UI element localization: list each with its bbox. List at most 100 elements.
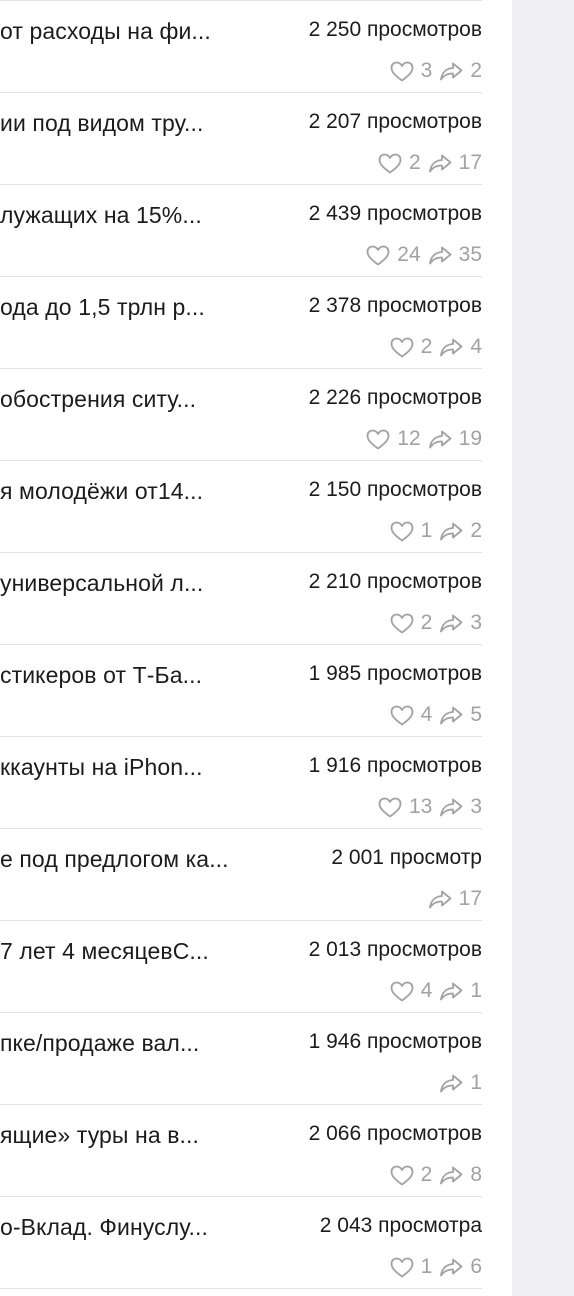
heart-icon: [377, 796, 403, 818]
post-reactions: 16: [389, 1255, 482, 1279]
like-count: 2: [420, 335, 433, 358]
post-row[interactable]: стикеров от Т-Ба... 1 985 просмотров 4 5: [0, 645, 482, 737]
post-reactions: 12 19: [365, 427, 482, 451]
post-row[interactable]: ящие» туры на в... 2 066 просмотров 2 8: [0, 1105, 482, 1197]
post-reactions: 2 17: [377, 151, 482, 175]
post-reactions: 13 3: [377, 795, 482, 819]
post-reactions: 45: [389, 703, 482, 727]
share-stat: 35: [427, 243, 482, 267]
view-count: 2 043 просмотра: [319, 1214, 482, 1237]
post-title: от расходы на фи...: [0, 18, 211, 44]
post-reactions: 24: [389, 335, 482, 359]
view-count: 2 210 просмотров: [308, 570, 482, 593]
view-count: 2 066 просмотров: [308, 1122, 482, 1145]
view-count: 1 985 просмотров: [308, 662, 482, 685]
post-reactions: 32: [389, 59, 482, 83]
like-stat: 13: [377, 795, 432, 819]
post-title: ии под видом тру...: [0, 110, 204, 136]
heart-icon: [365, 244, 391, 266]
view-count: 2 226 просмотров: [308, 386, 482, 409]
post-title: ода до 1,5 трлн р...: [0, 294, 205, 320]
post-row[interactable]: ода до 1,5 трлн р... 2 378 просмотров 2 4: [0, 277, 482, 369]
share-stat: 17: [427, 151, 482, 175]
post-title: пке/продаже вал...: [0, 1030, 200, 1056]
like-stat: 4: [389, 979, 433, 1003]
post-title: е под предлогом ка...: [0, 846, 229, 872]
share-arrow-icon: [427, 244, 453, 266]
share-stat: 1: [438, 1071, 482, 1095]
post-title: обострения ситу...: [0, 386, 197, 412]
share-arrow-icon: [438, 704, 464, 726]
like-count: 2: [408, 151, 421, 174]
share-stat: 8: [438, 1163, 482, 1187]
post-row[interactable]: 7 лет 4 месяцевС... 2 013 просмотров 4 1: [0, 921, 482, 1013]
post-title: ящие» туры на в...: [0, 1122, 200, 1148]
post-row[interactable]: я молодёжи от14... 2 150 просмотров 1 2: [0, 461, 482, 553]
heart-icon: [389, 520, 415, 542]
post-row[interactable]: е под предлогом ка... 2 001 просмотр 17: [0, 829, 482, 921]
post-row[interactable]: ккаунты на iPhon... 1 916 просмотров 13 3: [0, 737, 482, 829]
share-arrow-icon: [427, 888, 453, 910]
view-count: 2 001 просмотр: [331, 846, 482, 869]
like-count: 3: [420, 59, 433, 82]
share-count: 19: [458, 427, 482, 450]
share-count: 2: [470, 519, 482, 542]
post-row[interactable]: пке/продаже вал... 1 946 просмотров 1: [0, 1013, 482, 1105]
like-count: 2: [420, 1163, 433, 1186]
like-count: 2: [420, 611, 433, 634]
post-row[interactable]: ии под видом тру... 2 207 просмотров 2 17: [0, 93, 482, 185]
share-arrow-icon: [438, 1072, 464, 1094]
post-row[interactable]: от расходы на фи... 2 250 просмотров 3 2: [0, 1, 482, 93]
share-count: 35: [458, 243, 482, 266]
share-count: 8: [470, 1163, 482, 1186]
share-arrow-icon: [438, 336, 464, 358]
like-stat: 2: [389, 1163, 433, 1187]
share-arrow-icon: [438, 520, 464, 542]
heart-icon: [389, 704, 415, 726]
share-stat: 3: [438, 611, 482, 635]
like-count: 24: [397, 243, 421, 266]
share-stat: 5: [438, 703, 482, 727]
heart-icon: [377, 152, 403, 174]
share-stat: 4: [438, 335, 482, 359]
share-stat: 3: [438, 795, 482, 819]
share-count: 5: [470, 703, 482, 726]
heart-icon: [389, 612, 415, 634]
share-count: 1: [470, 979, 482, 1002]
like-count: 4: [420, 979, 433, 1002]
share-count: 17: [458, 151, 482, 174]
like-stat: 4: [389, 703, 432, 727]
heart-icon: [365, 428, 391, 450]
like-count: 13: [408, 795, 433, 818]
post-title: лужащих на 15%...: [0, 202, 202, 228]
share-stat: 1: [438, 979, 482, 1003]
like-stat: 2: [377, 151, 421, 175]
like-stat: 2: [389, 335, 433, 359]
share-stat: 17: [427, 887, 482, 911]
post-reactions: 17: [427, 887, 482, 911]
like-stat: 1: [389, 1255, 433, 1279]
share-arrow-icon: [438, 1256, 464, 1278]
like-count: 1: [420, 1255, 433, 1278]
share-count: 4: [470, 335, 482, 358]
share-arrow-icon: [438, 980, 464, 1002]
right-sidebar: [512, 0, 574, 1296]
post-row[interactable]: лужащих на 15%... 2 439 просмотров 24 35: [0, 185, 482, 277]
share-count: 2: [470, 59, 482, 82]
post-row[interactable]: универсальной л... 2 210 просмотров 2 3: [0, 553, 482, 645]
share-arrow-icon: [438, 60, 464, 82]
heart-icon: [389, 980, 415, 1002]
post-title: ккаунты на iPhon...: [0, 754, 203, 780]
post-title: стикеров от Т-Ба...: [0, 662, 203, 688]
post-reactions: 1: [438, 1071, 482, 1095]
post-reactions: 41: [389, 979, 482, 1003]
post-row[interactable]: о-Вклад. Финуслу... 2 043 просмотра 1 6: [0, 1197, 482, 1289]
heart-icon: [389, 1256, 415, 1278]
view-count: 2 378 просмотров: [308, 294, 482, 317]
share-stat: 19: [427, 427, 482, 451]
post-row[interactable]: обострения ситу... 2 226 просмотров 12 19: [0, 369, 482, 461]
heart-icon: [389, 1164, 415, 1186]
like-stat: 24: [365, 243, 421, 267]
share-stat: 2: [438, 59, 482, 83]
share-arrow-icon: [427, 428, 453, 450]
